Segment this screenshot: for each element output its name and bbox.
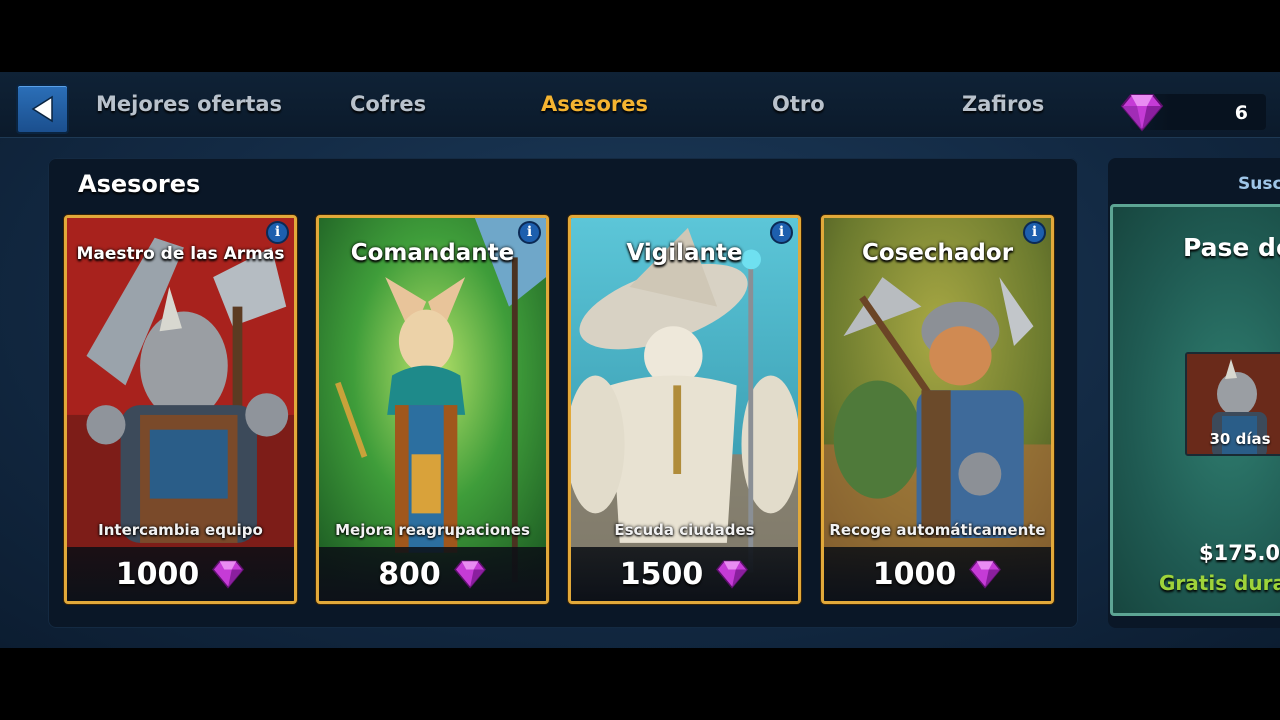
advisor-name: Comandante: [350, 240, 515, 266]
advisor-price: 1500: [619, 556, 704, 592]
panel-title: Asesores: [78, 170, 201, 198]
subscription-name: Pase de: [1183, 233, 1280, 262]
subscription-panel: Susc Pase de 30 días $175.00 Gratis dura…: [1108, 158, 1280, 628]
info-icon[interactable]: i: [266, 221, 289, 244]
advisor-description: Recoge automáticamente: [829, 521, 1046, 539]
shop-screen: Mejores ofertas Cofres Asesores Otro Zaf…: [0, 72, 1280, 648]
info-icon[interactable]: i: [770, 221, 793, 244]
advisor-name: Maestro de las Armas: [76, 244, 285, 264]
back-arrow-icon: [31, 95, 53, 123]
subscription-days: 30 días: [1209, 430, 1271, 448]
price-bar[interactable]: 800: [319, 547, 546, 601]
advisor-card-comandante[interactable]: Comandante i Mejora reagrupaciones 800: [316, 215, 549, 604]
advisor-card-cosechador[interactable]: Cosechador i Recoge automáticamente 1000: [821, 215, 1054, 604]
gem-icon: [453, 560, 486, 589]
advisor-price: 1000: [115, 556, 200, 592]
gem-icon: [716, 560, 749, 589]
owl-mage-art: [571, 218, 798, 601]
advisor-name: Vigilante: [626, 240, 743, 266]
gem-icon: [212, 560, 245, 589]
advisor-description: Mejora reagrupaciones: [335, 521, 530, 539]
subscription-price: $175.00: [1199, 541, 1280, 565]
letterbox-bottom: [0, 648, 1280, 720]
advisor-card-maestro[interactable]: Maestro de las Armas i Intercambia equip…: [64, 215, 297, 604]
rhino-warrior-art: [67, 218, 294, 601]
gem-icon: [969, 560, 1002, 589]
advisor-price: 800: [378, 556, 441, 592]
shop-tab-bar: Mejores ofertas Cofres Asesores Otro Zaf…: [0, 72, 1280, 138]
info-icon[interactable]: i: [518, 221, 541, 244]
subscription-thumbnail: 30 días: [1185, 352, 1280, 456]
advisor-price: 1000: [872, 556, 957, 592]
tab-cofres[interactable]: Cofres: [350, 92, 426, 116]
advisor-description: Escuda ciudades: [614, 521, 755, 539]
subscription-card[interactable]: Pase de 30 días $175.00 Gratis duran: [1110, 204, 1280, 616]
subscription-title: Susc: [1238, 174, 1280, 194]
gem-icon: [1120, 94, 1164, 132]
fennec-fox-commander-art: [319, 218, 546, 601]
advisor-name: Cosechador: [861, 240, 1014, 266]
info-icon[interactable]: i: [1023, 221, 1046, 244]
tab-zafiros[interactable]: Zafiros: [962, 92, 1044, 116]
price-bar[interactable]: 1500: [571, 547, 798, 601]
gem-count: 6: [1234, 102, 1248, 124]
tab-mejores-ofertas[interactable]: Mejores ofertas: [96, 92, 282, 116]
tab-asesores[interactable]: Asesores: [541, 92, 648, 116]
squirrel-miner-art: [824, 218, 1051, 601]
tab-otro[interactable]: Otro: [772, 92, 825, 116]
price-bar[interactable]: 1000: [67, 547, 294, 601]
price-bar[interactable]: 1000: [824, 547, 1051, 601]
back-button[interactable]: [16, 84, 69, 134]
subscription-free-text: Gratis duran: [1159, 571, 1280, 595]
advisor-description: Intercambia equipo: [98, 521, 263, 539]
advisor-card-vigilante[interactable]: Vigilante i Escuda ciudades 1500: [568, 215, 801, 604]
letterbox-top: [0, 0, 1280, 72]
